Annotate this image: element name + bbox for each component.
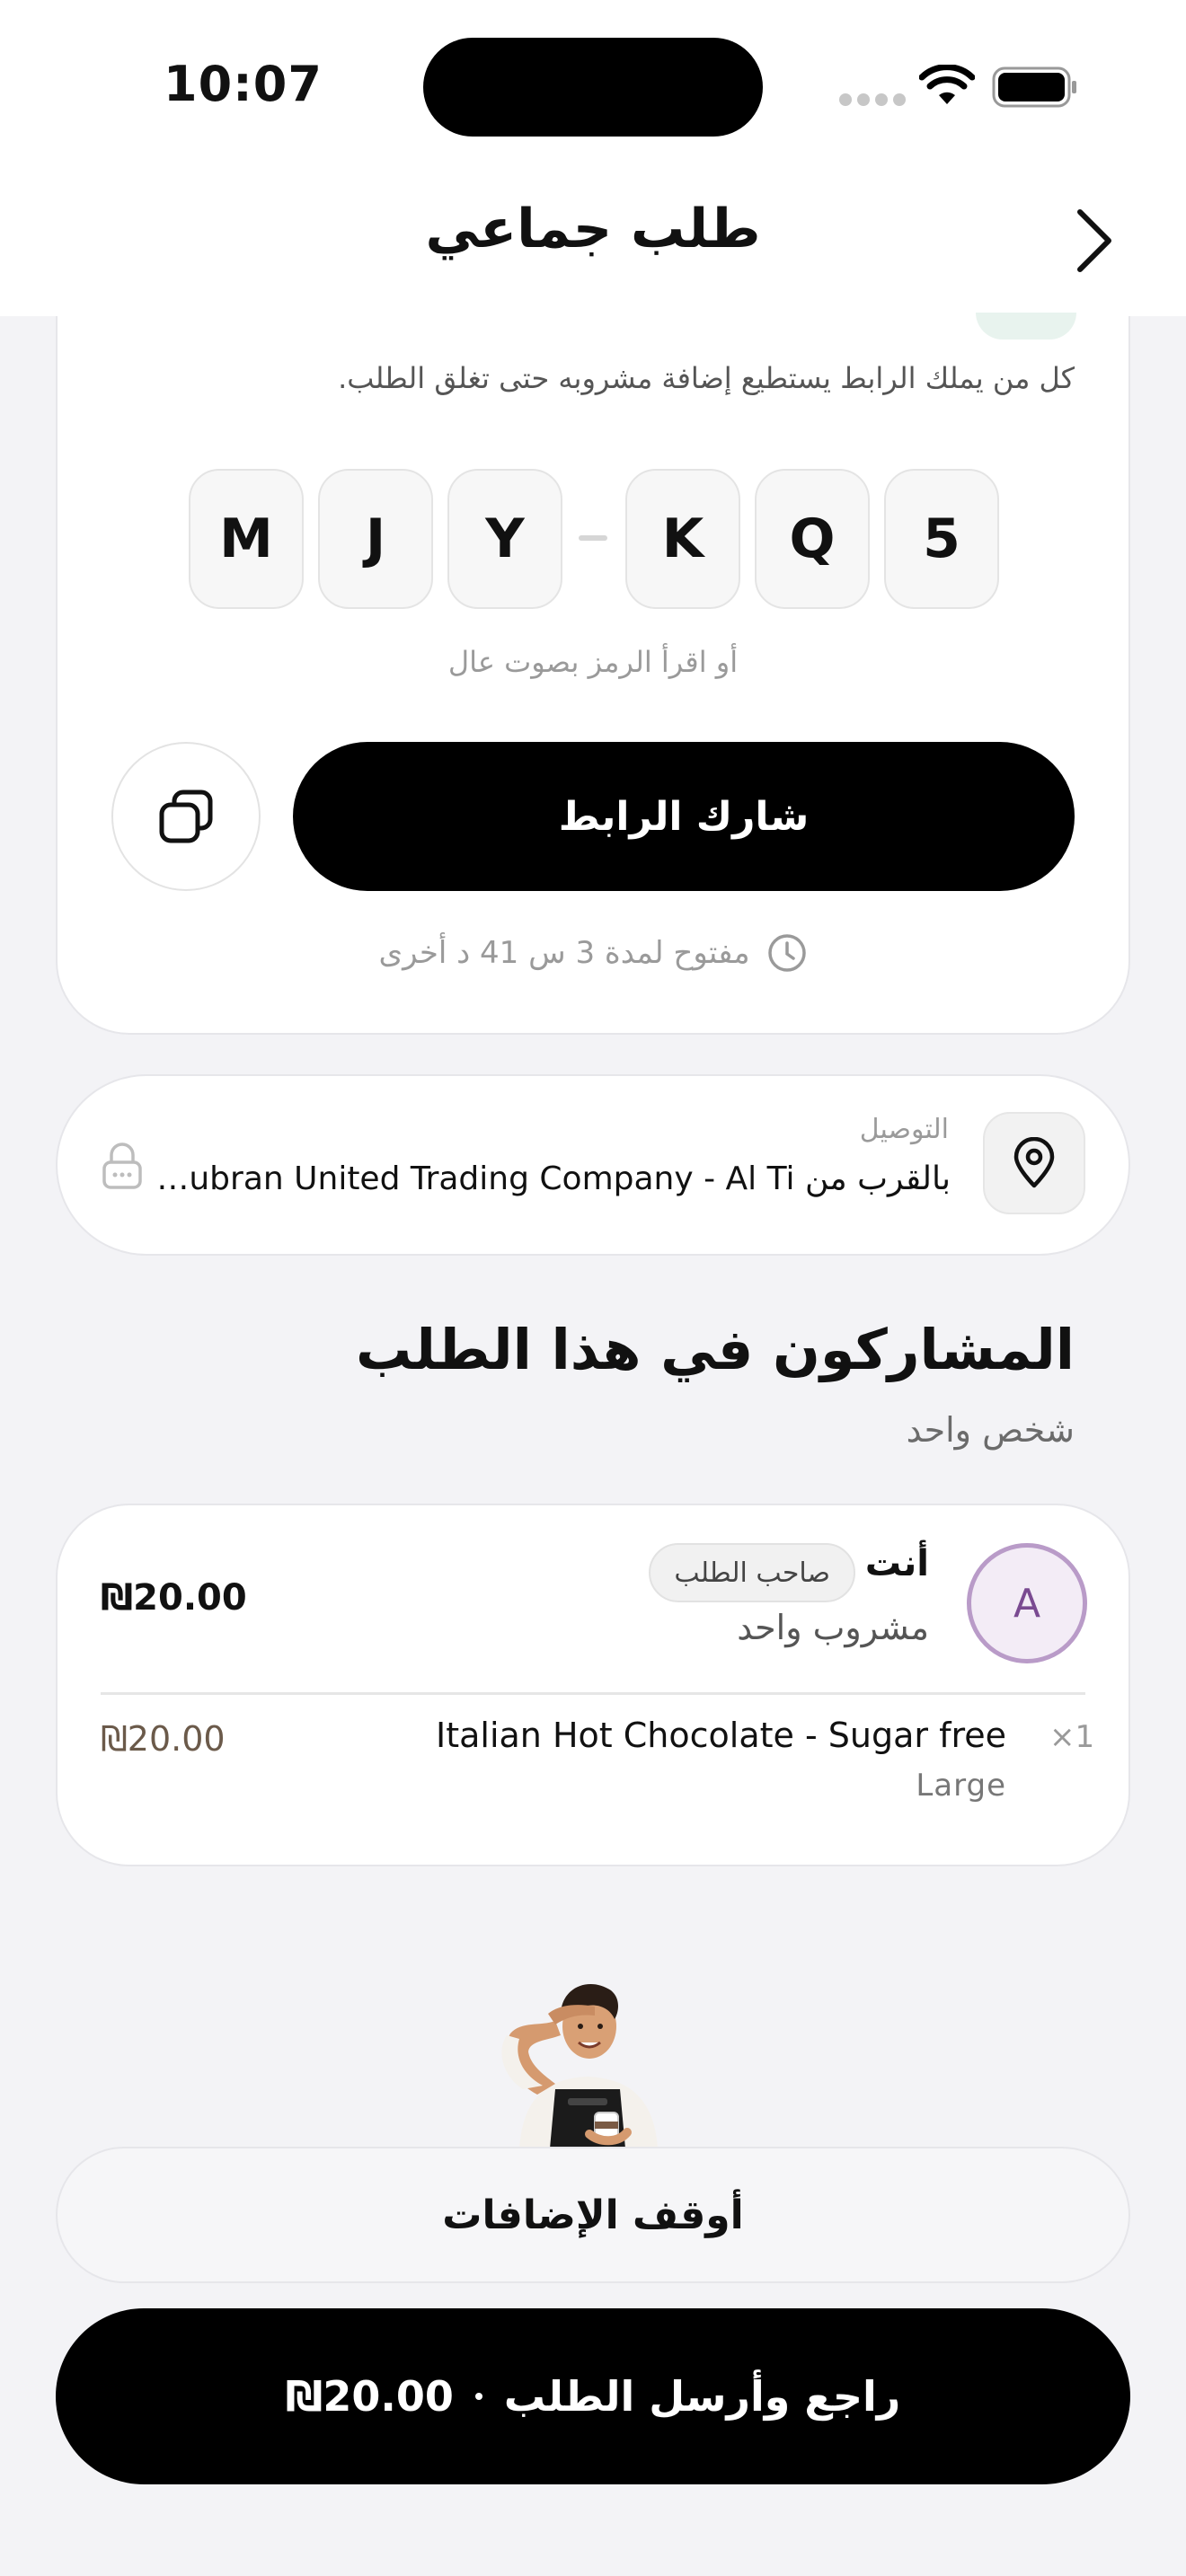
owner-badge: صاحب الطلب — [649, 1543, 855, 1602]
barista-illustration — [501, 1983, 658, 2148]
join-code: M J Y K Q 5 — [0, 469, 1186, 609]
dynamic-island — [423, 38, 763, 137]
participant-name: أنت — [864, 1543, 929, 1584]
share-card — [56, 234, 1130, 1035]
top-bar: 10:07 طلب جماعي — [0, 0, 1186, 316]
readout-hint: أو اقرأ الرمز بصوت عال — [447, 645, 739, 679]
drink-count: مشروب واحد — [737, 1608, 929, 1647]
code-char: M — [189, 469, 304, 609]
item-size: Large — [916, 1768, 1006, 1804]
code-char: 5 — [884, 469, 999, 609]
delivery-label: التوصيل — [859, 1114, 949, 1145]
code-separator — [579, 535, 607, 541]
clock-icon — [767, 934, 806, 972]
item-price: ₪20.00 — [101, 1719, 226, 1759]
submit-label: راجع وأرسل الطلب — [503, 2372, 901, 2421]
chevron-right-icon[interactable] — [1066, 205, 1120, 277]
participant-card — [56, 1504, 1130, 1866]
open-duration-row: مفتوح لمدة 3 س 41 د أخرى — [0, 932, 1186, 974]
submit-price: ₪20.00 — [285, 2372, 454, 2421]
code-char: Q — [755, 469, 870, 609]
lock-icon — [102, 1142, 142, 1189]
share-link-button[interactable]: شارك الرابط — [293, 742, 1075, 891]
divider — [101, 1692, 1085, 1695]
status-time: 10:07 — [164, 56, 323, 112]
participants-title: المشاركون في هذا الطلب — [355, 1317, 1075, 1382]
copy-link-button[interactable] — [111, 742, 261, 891]
code-char: K — [625, 469, 740, 609]
code-char: Y — [447, 469, 562, 609]
participant-total: ₪20.00 — [101, 1577, 247, 1619]
card-top-decoration — [976, 313, 1076, 340]
open-duration-text: مفتوح لمدة 3 س 41 د أخرى — [378, 935, 750, 971]
stop-additions-button[interactable]: أوقف الإضافات — [56, 2147, 1130, 2283]
code-char: J — [318, 469, 433, 609]
avatar: A — [967, 1543, 1087, 1663]
participants-count: شخص واحد — [906, 1410, 1075, 1450]
review-submit-button[interactable]: راجع وأرسل الطلب ₪20.00 — [56, 2308, 1130, 2484]
battery-icon — [992, 66, 1076, 108]
cellular-signal-icon — [839, 93, 906, 106]
item-quantity: ×1 — [1049, 1719, 1095, 1755]
wifi-icon — [919, 65, 975, 104]
location-button — [983, 1112, 1085, 1214]
separator-dot — [474, 2393, 482, 2400]
page-title: طلب جماعي — [425, 198, 761, 260]
location-pin-icon — [1013, 1137, 1055, 1188]
share-description: كل من يملك الرابط يستطيع إضافة مشروبه حت… — [338, 361, 1075, 395]
delivery-address: بالقرب من Jubran United Trading Company … — [155, 1160, 951, 1197]
item-name: Italian Hot Chocolate - Sugar free — [436, 1716, 1006, 1755]
copy-icon — [159, 790, 213, 843]
